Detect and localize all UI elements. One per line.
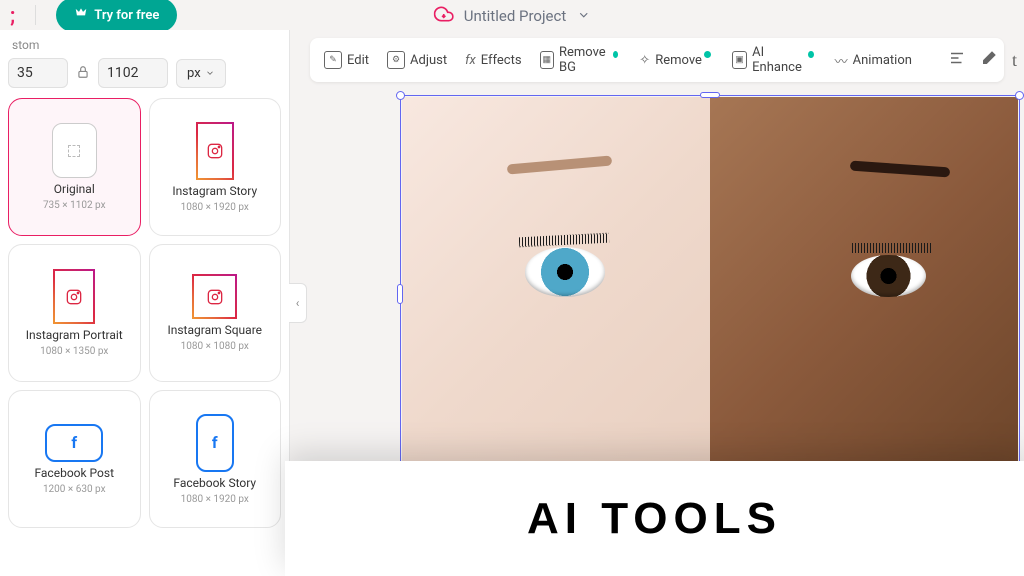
logo-fragment: ; bbox=[10, 3, 15, 27]
chevron-down-icon bbox=[205, 68, 215, 78]
overlay-title: AI TOOLS bbox=[527, 494, 782, 544]
image-toolbar: ✎ Edit ⚙ Adjust fx Effects ▦ Remove BG ✧… bbox=[310, 38, 1004, 82]
height-input[interactable] bbox=[98, 58, 168, 88]
project-title: Untitled Project bbox=[464, 7, 567, 25]
dimensions-row: px bbox=[8, 58, 281, 88]
effects-icon: fx bbox=[465, 53, 476, 68]
new-badge-icon bbox=[613, 51, 618, 58]
adjust-tool[interactable]: ⚙ Adjust bbox=[387, 51, 447, 69]
instagram-icon bbox=[53, 269, 95, 324]
original-thumb-icon bbox=[52, 123, 97, 178]
unit-select[interactable]: px bbox=[176, 59, 226, 88]
eraser-icon[interactable] bbox=[980, 49, 998, 71]
preset-dims: 1080 × 1080 px bbox=[181, 341, 249, 352]
width-input[interactable] bbox=[8, 58, 68, 88]
preset-label: Instagram Portrait bbox=[26, 328, 123, 342]
instagram-icon bbox=[192, 274, 237, 319]
preset-facebook-post[interactable]: f Facebook Post 1200 × 630 px bbox=[8, 390, 141, 528]
preset-grid: Original 735 × 1102 px Instagram Story 1… bbox=[0, 98, 289, 528]
preset-label: Facebook Story bbox=[173, 476, 256, 490]
try-for-free-button[interactable]: Try for free bbox=[56, 0, 177, 32]
ai-enhance-icon: ▣ bbox=[732, 51, 747, 69]
remove-bg-icon: ▦ bbox=[540, 51, 554, 69]
new-badge-icon bbox=[808, 51, 814, 58]
overlay-banner: AI TOOLS bbox=[285, 461, 1024, 576]
preset-label: Facebook Post bbox=[34, 466, 114, 480]
selection-box[interactable] bbox=[400, 95, 1020, 493]
preset-label: Original bbox=[54, 182, 95, 196]
resize-handle-tl[interactable] bbox=[396, 91, 405, 100]
align-icon[interactable] bbox=[948, 49, 966, 71]
lock-icon[interactable] bbox=[76, 64, 90, 83]
crown-icon bbox=[74, 6, 88, 24]
divider bbox=[35, 5, 36, 25]
canvas-image[interactable] bbox=[402, 97, 1018, 491]
animation-icon: 〰 bbox=[835, 51, 848, 70]
preset-instagram-square[interactable]: Instagram Square 1080 × 1080 px bbox=[149, 244, 282, 382]
remove-bg-tool[interactable]: ▦ Remove BG bbox=[540, 45, 622, 75]
facebook-icon: f bbox=[196, 414, 234, 472]
remove-icon: ✧ bbox=[639, 53, 650, 68]
preset-label: Instagram Square bbox=[167, 323, 262, 337]
new-badge-icon bbox=[704, 51, 711, 58]
preset-dims: 735 × 1102 px bbox=[43, 200, 106, 211]
preset-dims: 1080 × 1350 px bbox=[40, 346, 108, 357]
preset-facebook-story[interactable]: f Facebook Story 1080 × 1920 px bbox=[149, 390, 282, 528]
try-label: Try for free bbox=[94, 8, 159, 23]
preset-dims: 1200 × 630 px bbox=[43, 484, 106, 495]
animation-tool[interactable]: 〰 Animation bbox=[835, 51, 912, 70]
facebook-icon: f bbox=[45, 424, 103, 462]
resize-handle-top[interactable] bbox=[700, 92, 720, 98]
resize-handle-left[interactable] bbox=[397, 284, 403, 304]
effects-tool[interactable]: fx Effects bbox=[465, 53, 521, 68]
preset-dims: 1080 × 1920 px bbox=[181, 202, 249, 213]
preset-instagram-portrait[interactable]: Instagram Portrait 1080 × 1350 px bbox=[8, 244, 141, 382]
adjust-icon: ⚙ bbox=[387, 51, 405, 69]
preset-instagram-story[interactable]: Instagram Story 1080 × 1920 px bbox=[149, 98, 282, 236]
instagram-icon bbox=[196, 122, 234, 180]
cloud-icon bbox=[434, 4, 454, 28]
ai-enhance-tool[interactable]: ▣ AI Enhance bbox=[732, 45, 817, 75]
remove-tool[interactable]: ✧ Remove bbox=[639, 53, 714, 68]
preset-label: Instagram Story bbox=[172, 184, 257, 198]
edit-tool[interactable]: ✎ Edit bbox=[324, 51, 369, 69]
text-icon[interactable]: t bbox=[1012, 50, 1017, 71]
collapse-sidebar-button[interactable]: ‹ bbox=[289, 283, 307, 323]
sidebar: stom px Original 735 × 1102 px bbox=[0, 30, 290, 576]
edit-icon: ✎ bbox=[324, 51, 342, 69]
chevron-down-icon[interactable] bbox=[576, 7, 590, 26]
project-title-group[interactable]: Untitled Project bbox=[434, 4, 591, 28]
preset-original[interactable]: Original 735 × 1102 px bbox=[8, 98, 141, 236]
resize-handle-tr[interactable] bbox=[1015, 91, 1024, 100]
preset-dims: 1080 × 1920 px bbox=[181, 494, 249, 505]
custom-label: stom bbox=[12, 38, 281, 52]
